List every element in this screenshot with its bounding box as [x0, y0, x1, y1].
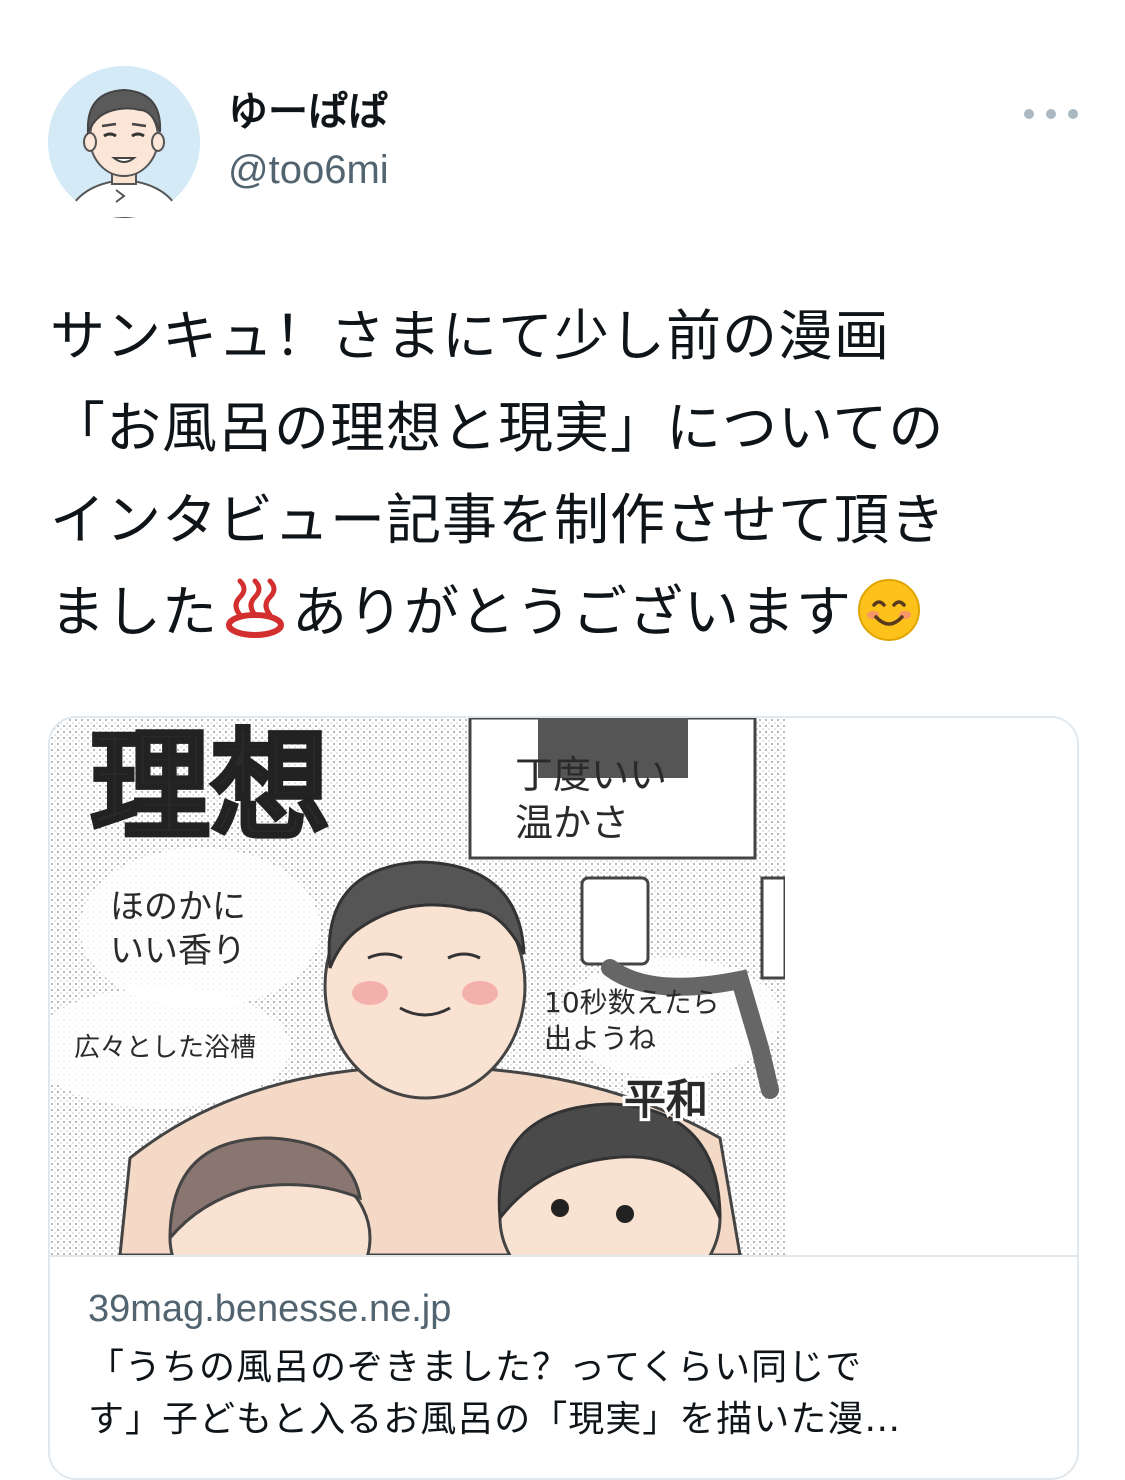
card-title-line: 「うちの風呂のぞきました？ってくらい同じで [88, 1347, 863, 1388]
tweet-text-line: インタビュー記事を制作させて頂き [50, 488, 947, 552]
manga-label-peace: 平和 [624, 1075, 708, 1124]
tweet-text-line-4: ました ありがとうございます [50, 566, 1060, 658]
tweet-text-fragment: ありがとうございます [292, 580, 853, 644]
manga-label-temp-2: 温かさ [515, 801, 629, 845]
tweet-text-line: 「お風呂の理想と現実」についての [50, 396, 945, 460]
manga-label-tub: 広々とした浴槽 [74, 1033, 256, 1063]
more-dot [1068, 109, 1078, 119]
more-horizontal-icon[interactable] [1024, 102, 1078, 126]
author-names: ゆーぱぱ @too6mi [228, 86, 389, 196]
card-image[interactable]: 理想 丁度いい 温かさ ほのかに いい香り 広々とした浴槽 10秒数えたら 出よ… [50, 718, 1077, 1257]
tweet-text-fragment: ました [50, 580, 219, 644]
tweet-text-line: サンキュ！さまにて少し前の漫画 [50, 304, 891, 368]
author-handle[interactable]: @too6mi [228, 144, 389, 196]
more-dot [1046, 109, 1056, 119]
card-title[interactable]: 「うちの風呂のぞきました？ってくらい同じで す」子どもと入るお風呂の「現実」を描… [88, 1342, 1038, 1446]
manga-label-temp-1: 丁度いい [515, 753, 667, 797]
smiling-face-emoji-icon [858, 578, 921, 641]
card-text[interactable]: 39mag.benesse.ne.jp 「うちの風呂のぞきました？ってくらい同じ… [88, 1284, 1038, 1446]
author-avatar[interactable] [48, 66, 200, 218]
manga-illustration: 理想 丁度いい 温かさ ほのかに いい香り 広々とした浴槽 10秒数えたら 出よ… [50, 718, 1077, 1255]
tweet-body: サンキュ！さまにて少し前の漫画 「お風呂の理想と現実」についての インタビュー記… [50, 290, 1060, 658]
tweet-header: ゆーぱぱ @too6mi [48, 66, 1078, 218]
card-domain[interactable]: 39mag.benesse.ne.jp [88, 1284, 1038, 1334]
user-avatar-illustration-icon [48, 66, 200, 218]
author-display-name[interactable]: ゆーぱぱ [228, 86, 389, 138]
card-title-line: す」子どもと入るお風呂の「現実」を描いた漫… [88, 1399, 902, 1440]
manga-label-scent-1: ほのかに [110, 887, 246, 927]
more-dot [1024, 109, 1034, 119]
hot-springs-emoji-icon [226, 578, 285, 638]
manga-title: 理想 [90, 718, 330, 857]
manga-label-count-1: 10秒数えたら [544, 986, 720, 1019]
manga-label-scent-2: いい香り [110, 931, 246, 971]
manga-label-count-2: 出ようね [544, 1022, 656, 1055]
link-preview-card[interactable]: 理想 丁度いい 温かさ ほのかに いい香り 広々とした浴槽 10秒数えたら 出よ… [48, 716, 1079, 1480]
